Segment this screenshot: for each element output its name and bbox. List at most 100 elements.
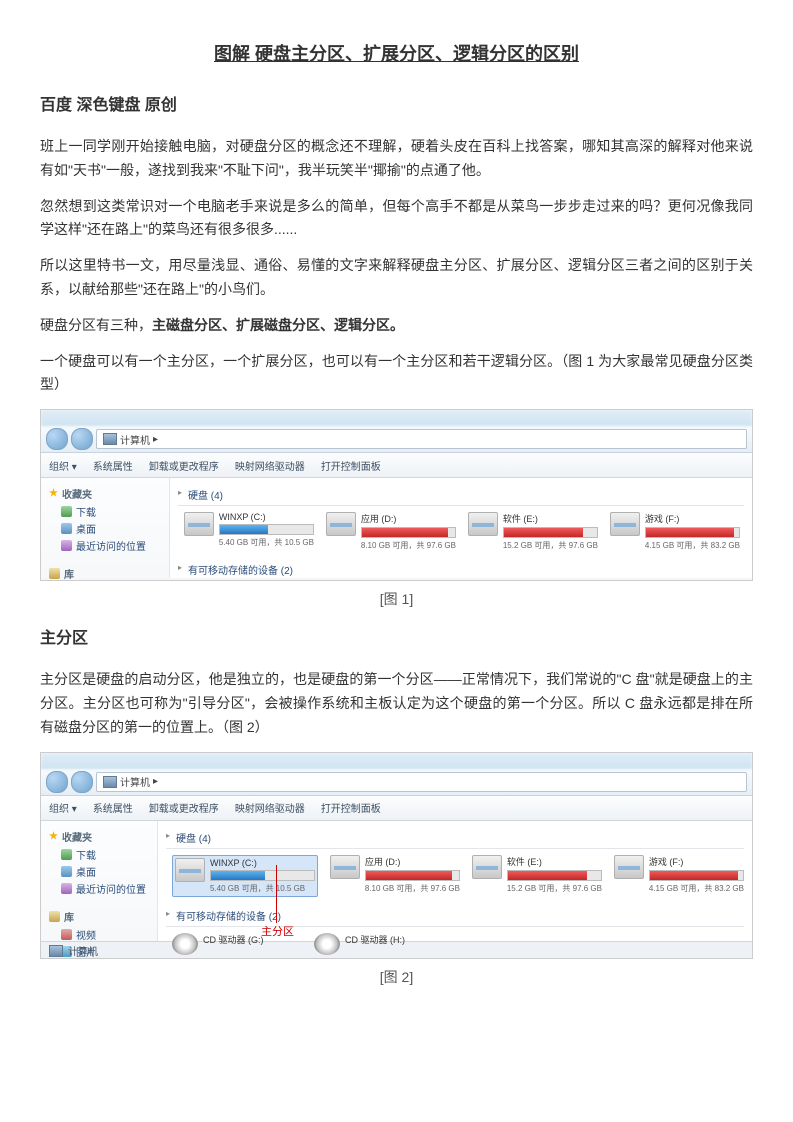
drive-c-selected[interactable]: WINXP (C:) 5.40 GB 可用，共 10.5 GB — [172, 855, 318, 897]
annotation-label: 主分区 — [261, 923, 294, 939]
explorer-toolbar: 组织 ▾ 系统属性 卸载或更改程序 映射网络驱动器 打开控制面板 — [41, 453, 752, 478]
page-title: 图解 硬盘主分区、扩展分区、逻辑分区的区别 — [40, 40, 753, 66]
group-disks[interactable]: 硬盘 (4) — [166, 827, 744, 849]
tb-organize[interactable]: 组织 ▾ — [49, 800, 77, 815]
video-icon — [61, 929, 72, 940]
paragraph-6: 主分区是硬盘的启动分区，他是独立的，也是硬盘的第一个分区——正常情况下，我们常说… — [40, 668, 753, 739]
computer-icon — [103, 776, 117, 788]
main-panel: 硬盘 (4) WINXP (C:) 5.40 GB 可用，共 10.5 GB 应… — [158, 821, 752, 941]
cd-icon — [314, 933, 340, 955]
drive-text: 5.40 GB 可用，共 10.5 GB — [210, 883, 315, 894]
forward-button[interactable] — [71, 771, 93, 793]
tb-prop[interactable]: 系统属性 — [93, 800, 133, 815]
drive-usage-bar — [366, 871, 452, 880]
group-disks[interactable]: 硬盘 (4) — [178, 484, 744, 506]
library-icon — [49, 911, 60, 922]
drive-c[interactable]: WINXP (C:) 5.40 GB 可用，共 10.5 GB — [184, 512, 314, 551]
drive-usage-bar — [504, 528, 583, 537]
tb-mapnet[interactable]: 映射网络驱动器 — [235, 458, 305, 473]
drive-text: 4.15 GB 可用，共 83.2 GB — [649, 883, 744, 894]
tb-uninstall[interactable]: 卸载或更改程序 — [149, 800, 219, 815]
tb-ctrlpanel[interactable]: 打开控制面板 — [321, 458, 381, 473]
sidebar-item-recent[interactable]: 最近访问的位置 — [45, 537, 165, 554]
tb-organize[interactable]: 组织 ▾ — [49, 458, 77, 473]
drive-text: 8.10 GB 可用，共 97.6 GB — [365, 883, 460, 894]
drive-text: 4.15 GB 可用，共 83.2 GB — [645, 540, 740, 551]
paragraph-2: 忽然想到这类常识对一个电脑老手来说是多么的简单，但每个高手不都是从菜鸟一步步走过… — [40, 195, 753, 243]
star-icon: ★ — [49, 831, 58, 842]
explorer-nav: 计算机 ▸ — [41, 426, 752, 453]
breadcrumb[interactable]: 计算机 ▸ — [96, 429, 747, 449]
computer-icon — [49, 945, 63, 957]
screenshot-2: 计算机 ▸ 组织 ▾ 系统属性 卸载或更改程序 映射网络驱动器 打开控制面板 ★… — [40, 752, 753, 959]
drive-usage-bar — [220, 525, 268, 534]
sidebar-favorites[interactable]: ★收藏夹 — [45, 827, 153, 846]
tb-mapnet[interactable]: 映射网络驱动器 — [235, 800, 305, 815]
caption-1: [图 1] — [40, 589, 753, 609]
tb-prop[interactable]: 系统属性 — [93, 458, 133, 473]
drive-text: 15.2 GB 可用，共 97.6 GB — [503, 540, 598, 551]
drive-row: WINXP (C:) 5.40 GB 可用，共 10.5 GB 应用 (D:) … — [178, 510, 744, 559]
status-text: 计算机 — [68, 943, 98, 958]
sidebar-favorites[interactable]: ★收藏夹 — [45, 484, 165, 503]
drive-icon — [184, 512, 214, 536]
drive-e[interactable]: 软件 (E:) 15.2 GB 可用，共 97.6 GB — [472, 855, 602, 897]
drive-icon — [614, 855, 644, 879]
window-titlebar — [41, 753, 752, 769]
drive-icon — [175, 858, 205, 882]
screenshot-1: 计算机 ▸ 组织 ▾ 系统属性 卸载或更改程序 映射网络驱动器 打开控制面板 ★… — [40, 409, 753, 581]
back-button[interactable] — [46, 771, 68, 793]
sidebar-item-recent[interactable]: 最近访问的位置 — [45, 880, 153, 897]
drive-e[interactable]: 软件 (E:) 15.2 GB 可用，共 97.6 GB — [468, 512, 598, 551]
paragraph-4: 硬盘分区有三种，主磁盘分区、扩展磁盘分区、逻辑分区。 — [40, 314, 753, 338]
drive-label: 软件 (E:) — [507, 855, 602, 868]
drive-text: 15.2 GB 可用，共 97.6 GB — [507, 883, 602, 894]
explorer-nav: 计算机 ▸ — [41, 769, 752, 796]
crumb-text: 计算机 — [120, 432, 150, 447]
drive-d[interactable]: 应用 (D:) 8.10 GB 可用，共 97.6 GB — [330, 855, 460, 897]
drive-text: 5.40 GB 可用，共 10.5 GB — [219, 537, 314, 548]
sidebar-library[interactable]: 库 — [45, 907, 153, 926]
sidebar: ★收藏夹 下载 桌面 最近访问的位置 库 视频 图片 文档 音乐 — [41, 821, 158, 941]
back-button[interactable] — [46, 428, 68, 450]
drive-text: 8.10 GB 可用，共 97.6 GB — [361, 540, 456, 551]
group-removable[interactable]: 有可移动存储的设备 (2) — [166, 905, 744, 927]
cd-label: CD 驱动器 (H:) — [345, 933, 444, 946]
desktop-icon — [61, 523, 72, 534]
breadcrumb[interactable]: 计算机 ▸ — [96, 772, 747, 792]
sidebar-item-video[interactable]: 视频 — [45, 926, 153, 943]
para4-prefix: 硬盘分区有三种， — [40, 317, 152, 333]
sidebar-library[interactable]: 库 — [45, 564, 165, 581]
drive-label: WINXP (C:) — [210, 858, 315, 868]
drive-label: 应用 (D:) — [365, 855, 460, 868]
group-removable[interactable]: 有可移动存储的设备 (2) — [178, 559, 744, 581]
drive-label: 游戏 (F:) — [649, 855, 744, 868]
sidebar-item-downloads[interactable]: 下载 — [45, 846, 153, 863]
tb-uninstall[interactable]: 卸载或更改程序 — [149, 458, 219, 473]
drive-f[interactable]: 游戏 (F:) 4.15 GB 可用，共 83.2 GB — [614, 855, 744, 897]
drive-usage-bar — [211, 871, 265, 880]
explorer-body: ★收藏夹 下载 桌面 最近访问的位置 库 视频 图片 文档 音乐 硬盘 (4) … — [41, 821, 752, 941]
crumb-arrow: ▸ — [153, 434, 158, 445]
drive-label: 应用 (D:) — [361, 512, 456, 525]
drive-icon — [326, 512, 356, 536]
forward-button[interactable] — [71, 428, 93, 450]
drive-label: WINXP (C:) — [219, 512, 314, 522]
drive-usage-bar — [646, 528, 734, 537]
tb-ctrlpanel[interactable]: 打开控制面板 — [321, 800, 381, 815]
drive-icon — [472, 855, 502, 879]
sidebar-item-downloads[interactable]: 下载 — [45, 503, 165, 520]
caption-2: [图 2] — [40, 967, 753, 987]
star-icon: ★ — [49, 488, 58, 499]
drive-label: 软件 (E:) — [503, 512, 598, 525]
paragraph-5: 一个硬盘可以有一个主分区，一个扩展分区，也可以有一个主分区和若干逻辑分区。（图 … — [40, 350, 753, 398]
para4-bold: 主磁盘分区、扩展磁盘分区、逻辑分区。 — [152, 317, 404, 333]
sidebar-item-desktop[interactable]: 桌面 — [45, 863, 153, 880]
download-icon — [61, 849, 72, 860]
computer-icon — [103, 433, 117, 445]
drive-cd2[interactable]: CD 驱动器 (H:) — [314, 933, 444, 955]
sidebar-item-desktop[interactable]: 桌面 — [45, 520, 165, 537]
drive-d[interactable]: 应用 (D:) 8.10 GB 可用，共 97.6 GB — [326, 512, 456, 551]
drive-label: 游戏 (F:) — [645, 512, 740, 525]
drive-f[interactable]: 游戏 (F:) 4.15 GB 可用，共 83.2 GB — [610, 512, 740, 551]
